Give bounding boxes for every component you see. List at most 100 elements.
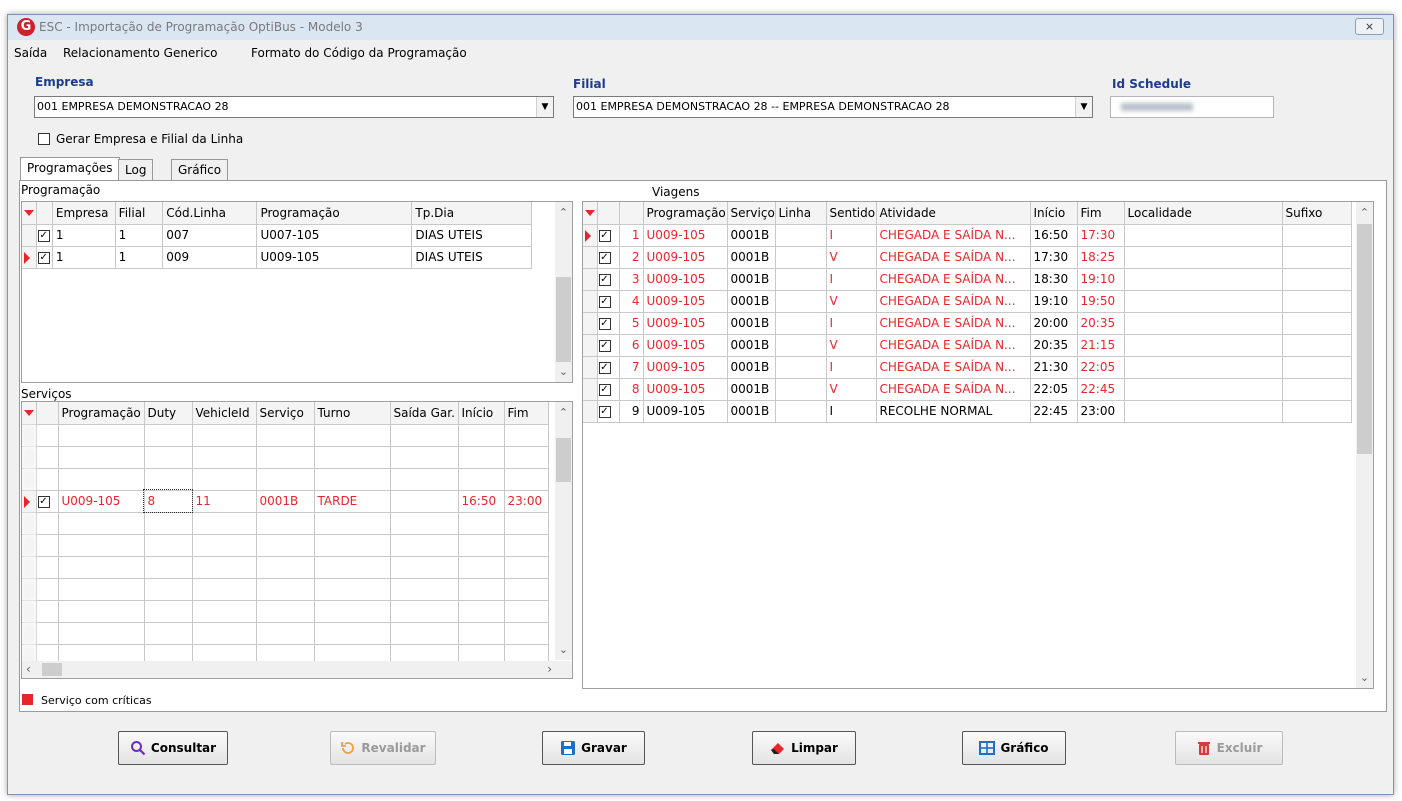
scroll-up-icon[interactable]: ⌃ bbox=[1356, 204, 1373, 221]
row-checkbox-cell[interactable] bbox=[36, 556, 59, 579]
col-inicio[interactable]: Início bbox=[1030, 202, 1078, 225]
col-inicio[interactable]: Início bbox=[458, 402, 505, 425]
hscroll-thumb[interactable] bbox=[42, 663, 62, 676]
row-checkbox-cell[interactable] bbox=[36, 512, 59, 535]
chevron-down-icon[interactable]: ▼ bbox=[536, 97, 553, 117]
table-row[interactable]: 2U009-1050001B VCHEGADA E SAÍDA N...17:30… bbox=[583, 246, 1352, 269]
scroll-thumb[interactable] bbox=[556, 277, 571, 362]
row-checkbox[interactable] bbox=[598, 295, 611, 308]
gerar-empresa-option[interactable]: Gerar Empresa e Filial da Linha bbox=[38, 132, 243, 146]
table-row[interactable]: 4U009-1050001B VCHEGADA E SAÍDA N...19:10… bbox=[583, 290, 1352, 313]
servicos-hscroll[interactable]: ‹ › bbox=[22, 661, 572, 678]
row-checkbox[interactable] bbox=[598, 251, 611, 264]
viagens-vscroll[interactable]: ⌃ ⌄ bbox=[1356, 202, 1373, 688]
col-sentido[interactable]: Sentido bbox=[826, 202, 877, 225]
table-row[interactable]: 1U009-1050001B ICHEGADA E SAÍDA N...16:50… bbox=[583, 224, 1352, 247]
filial-select[interactable]: 001 EMPRESA DEMONSTRACAO 28 -- EMPRESA D… bbox=[573, 96, 1093, 118]
col-atividade[interactable]: Atividade bbox=[876, 202, 1031, 225]
menu-saida[interactable]: Saída bbox=[14, 46, 47, 60]
row-checkbox[interactable] bbox=[598, 339, 611, 352]
row-checkbox[interactable] bbox=[598, 405, 611, 418]
col-localidade[interactable]: Localidade bbox=[1124, 202, 1283, 225]
table-row[interactable]: 7U009-1050001B ICHEGADA E SAÍDA N...21:30… bbox=[583, 356, 1352, 379]
col-linha[interactable]: Linha bbox=[775, 202, 827, 225]
tab-log[interactable]: Log bbox=[118, 159, 154, 180]
col-saida-gar[interactable]: Saída Gar. bbox=[390, 402, 459, 425]
row-checkbox-cell[interactable] bbox=[36, 446, 59, 469]
row-checkbox-cell[interactable] bbox=[36, 490, 59, 513]
table-row[interactable]: 9U009-1050001B IRECOLHE NORMAL22:4523:00 bbox=[583, 400, 1352, 423]
servicos-vscroll[interactable]: ⌃ ⌄ bbox=[555, 402, 572, 660]
row-checkbox[interactable] bbox=[598, 383, 611, 396]
row-checkbox-cell[interactable] bbox=[597, 356, 620, 379]
col-servico[interactable]: Serviço bbox=[256, 402, 315, 425]
row-checkbox[interactable] bbox=[598, 317, 611, 330]
close-button[interactable]: ⨯ bbox=[1355, 18, 1384, 35]
scroll-down-icon[interactable]: ⌄ bbox=[1356, 669, 1373, 686]
scroll-down-icon[interactable]: ⌄ bbox=[555, 641, 572, 658]
table-row-redacted[interactable] bbox=[22, 512, 549, 535]
col-vehicleid[interactable]: VehicleId bbox=[192, 402, 257, 425]
scroll-thumb[interactable] bbox=[1357, 224, 1372, 454]
table-row-redacted[interactable] bbox=[22, 534, 549, 557]
col-tp-dia[interactable]: Tp.Dia bbox=[411, 202, 532, 225]
programacao-vscroll[interactable]: ⌃ ⌄ bbox=[555, 202, 572, 382]
row-checkbox-cell[interactable] bbox=[36, 578, 59, 601]
col-empresa[interactable]: Empresa bbox=[52, 202, 116, 225]
col-programacao[interactable]: Programação bbox=[58, 402, 145, 425]
row-checkbox-cell[interactable] bbox=[36, 224, 53, 247]
table-row[interactable]: 8U009-1050001B VCHEGADA E SAÍDA N...22:05… bbox=[583, 378, 1352, 401]
col-programacao[interactable]: Programação bbox=[256, 202, 413, 225]
row-checkbox-cell[interactable] bbox=[597, 378, 620, 401]
limpar-button[interactable]: Limpar bbox=[752, 731, 856, 765]
row-checkbox-cell[interactable] bbox=[36, 468, 59, 491]
row-checkbox-cell[interactable] bbox=[36, 622, 59, 645]
col-sufixo[interactable]: Sufixo bbox=[1282, 202, 1352, 225]
table-row-redacted[interactable] bbox=[22, 446, 549, 469]
empresa-select[interactable]: 001 EMPRESA DEMONSTRACAO 28 ▼ bbox=[34, 96, 554, 118]
row-checkbox-cell[interactable] bbox=[36, 534, 59, 557]
table-row-redacted[interactable] bbox=[22, 600, 549, 623]
row-checkbox-cell[interactable] bbox=[597, 334, 620, 357]
row-checkbox-cell[interactable] bbox=[597, 290, 620, 313]
excluir-button[interactable]: Excluir bbox=[1175, 731, 1283, 765]
tab-programacoes[interactable]: Programações bbox=[20, 157, 120, 180]
scroll-right-icon[interactable]: › bbox=[547, 662, 552, 676]
col-servico[interactable]: Serviço bbox=[727, 202, 776, 225]
table-row-redacted[interactable] bbox=[22, 424, 549, 447]
row-checkbox-cell[interactable] bbox=[597, 400, 620, 423]
scroll-left-icon[interactable]: ‹ bbox=[26, 662, 31, 676]
consultar-button[interactable]: Consultar bbox=[118, 731, 228, 765]
col-fim[interactable]: Fim bbox=[504, 402, 549, 425]
row-checkbox[interactable] bbox=[598, 361, 611, 374]
row-checkbox[interactable] bbox=[598, 273, 611, 286]
row-checkbox-cell[interactable] bbox=[597, 268, 620, 291]
grafico-button[interactable]: Gráfico bbox=[962, 731, 1066, 765]
table-row-selected[interactable]: 1 1 009 U009-105 DIAS UTEIS bbox=[22, 246, 532, 269]
menu-relacionamento-generico[interactable]: Relacionamento Generico bbox=[63, 46, 218, 60]
table-row-redacted[interactable] bbox=[22, 556, 549, 579]
revalidar-button[interactable]: Revalidar bbox=[330, 731, 436, 765]
table-row-redacted[interactable] bbox=[22, 622, 549, 645]
chevron-down-icon[interactable]: ▼ bbox=[1075, 97, 1092, 117]
table-row[interactable]: 6U009-1050001B VCHEGADA E SAÍDA N...20:35… bbox=[583, 334, 1352, 357]
table-row-redacted[interactable] bbox=[22, 578, 549, 601]
col-fim[interactable]: Fim bbox=[1077, 202, 1125, 225]
table-row[interactable]: 3U009-1050001B ICHEGADA E SAÍDA N...18:30… bbox=[583, 268, 1352, 291]
menu-formato-codigo[interactable]: Formato do Código da Programação bbox=[251, 46, 467, 60]
scroll-up-icon[interactable]: ⌃ bbox=[555, 204, 572, 221]
row-checkbox-cell[interactable] bbox=[597, 246, 620, 269]
table-row-redacted[interactable] bbox=[22, 468, 549, 491]
table-row[interactable]: 1 1 007 U007-105 DIAS UTEIS bbox=[22, 224, 532, 247]
scroll-up-icon[interactable]: ⌃ bbox=[555, 404, 572, 421]
row-checkbox-cell[interactable] bbox=[597, 312, 620, 335]
row-checkbox[interactable] bbox=[37, 495, 50, 508]
col-turno[interactable]: Turno bbox=[314, 402, 391, 425]
row-checkbox[interactable] bbox=[598, 229, 611, 242]
col-programacao[interactable]: Programação bbox=[643, 202, 728, 225]
tab-grafico[interactable]: Gráfico bbox=[171, 159, 229, 180]
col-filial[interactable]: Filial bbox=[115, 202, 164, 225]
row-checkbox[interactable] bbox=[37, 251, 50, 264]
row-checkbox-cell[interactable] bbox=[36, 600, 59, 623]
scroll-down-icon[interactable]: ⌄ bbox=[555, 363, 572, 380]
